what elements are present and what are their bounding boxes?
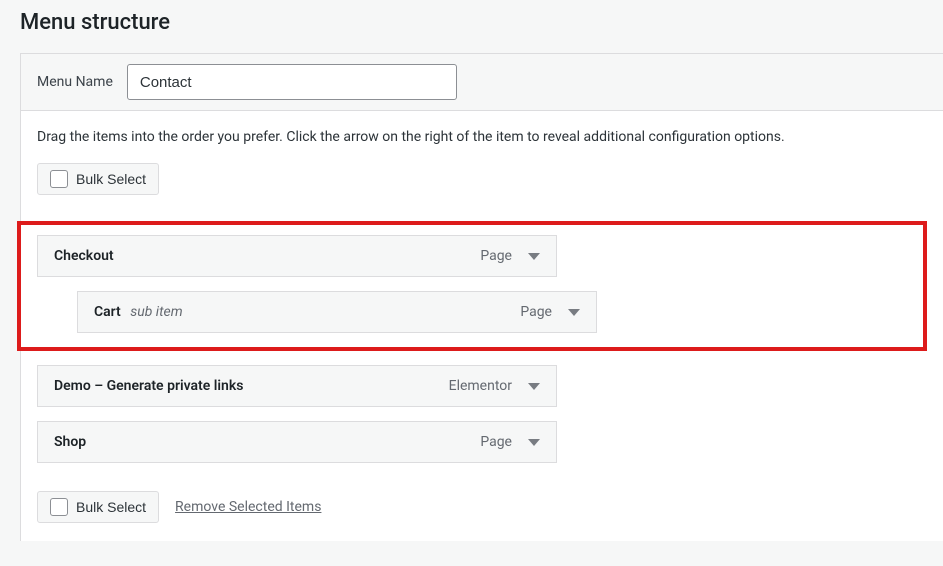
chevron-down-icon[interactable] [568,309,580,316]
menu-item-type: Page [520,304,552,320]
bulk-select-button-bottom[interactable]: Bulk Select [37,491,159,523]
menu-item-title: Checkout [54,248,114,264]
menu-name-input[interactable] [127,64,457,100]
checkbox-icon [50,170,68,188]
remove-selected-link[interactable]: Remove Selected Items [175,499,321,515]
menu-item-type: Page [480,248,512,264]
bulk-select-button[interactable]: Bulk Select [37,163,159,195]
checkbox-icon [50,498,68,516]
menu-item-checkout[interactable]: Checkout Page [37,235,557,277]
menu-item-title: Cart [94,304,121,320]
menu-item-title: Shop [54,434,86,450]
chevron-down-icon[interactable] [528,253,540,260]
menu-item-demo[interactable]: Demo – Generate private links Elementor [37,365,557,407]
chevron-down-icon[interactable] [528,383,540,390]
bulk-select-label: Bulk Select [76,499,146,515]
menu-item-type: Elementor [449,378,512,394]
menu-name-label: Menu Name [37,74,113,90]
menu-item-type: Page [480,434,512,450]
chevron-down-icon[interactable] [528,439,540,446]
menu-name-row: Menu Name [21,54,943,111]
highlight-box: Checkout Page Cart sub item Page [17,221,927,351]
menu-item-cart[interactable]: Cart sub item Page [77,291,597,333]
bulk-select-label: Bulk Select [76,171,146,187]
menu-item-title: Demo – Generate private links [54,378,243,394]
sub-item-label: sub item [130,304,182,320]
page-title: Menu structure [20,10,923,35]
help-text: Drag the items into the order you prefer… [37,129,927,145]
menu-item-shop[interactable]: Shop Page [37,421,557,463]
